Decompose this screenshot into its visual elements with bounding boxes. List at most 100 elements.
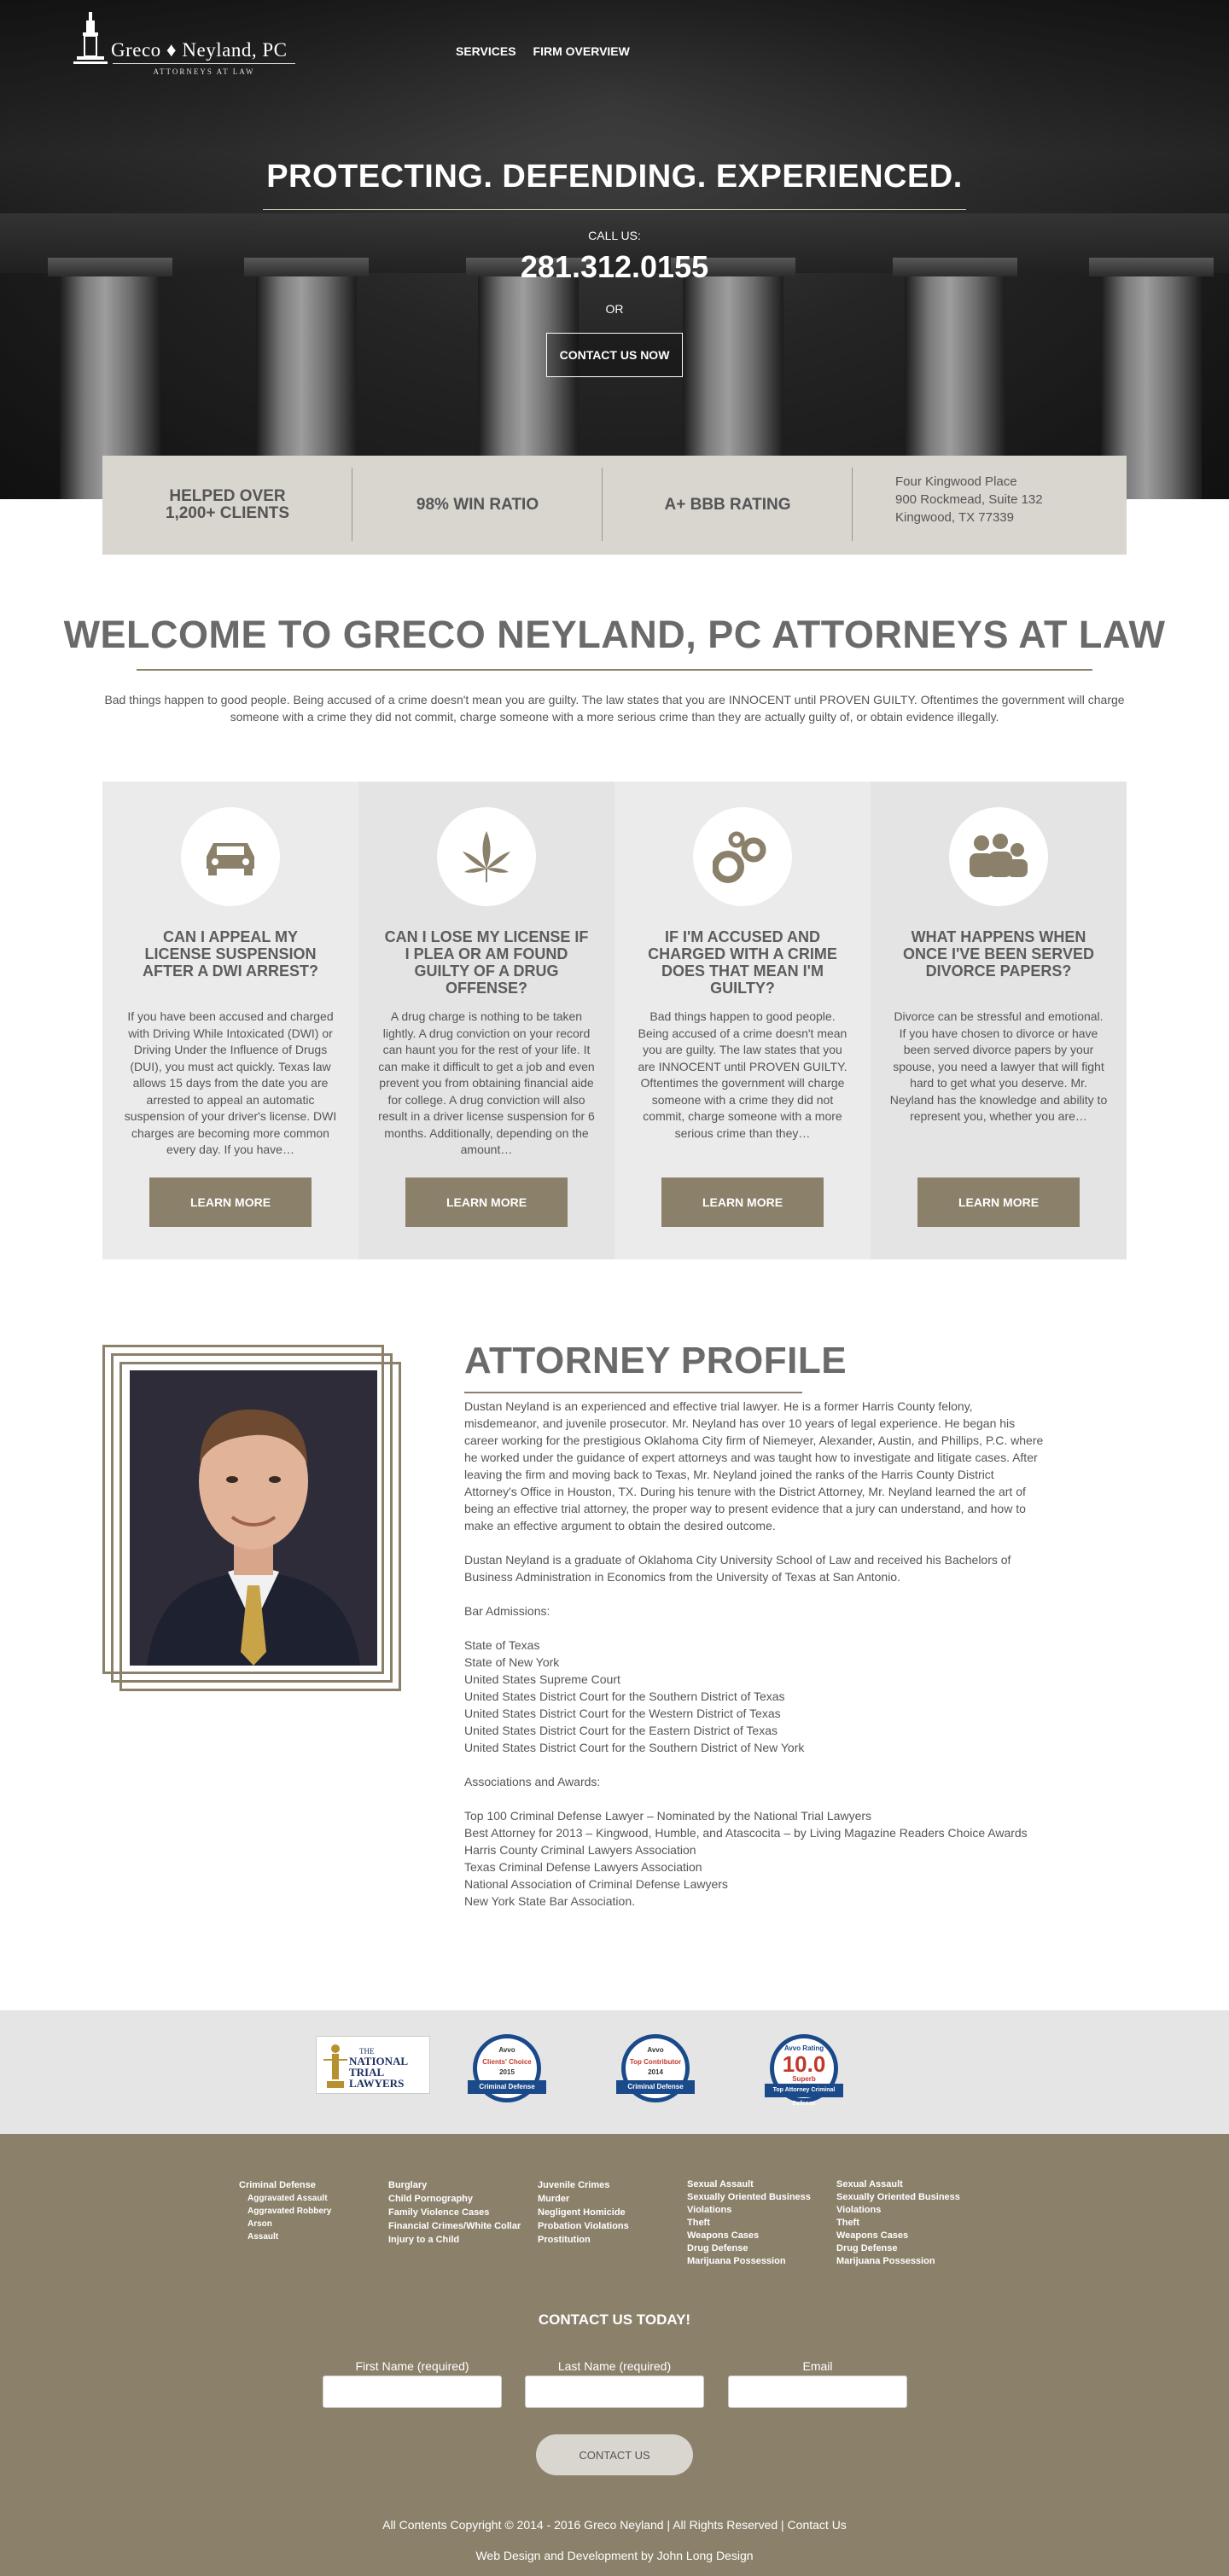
footer-link[interactable]: Sexual Assault <box>687 2178 832 2191</box>
welcome-text: Bad things happen to good people. Being … <box>104 693 1125 724</box>
footer-link[interactable]: Marijuana Possession <box>836 2255 981 2268</box>
footer-link[interactable]: Juvenile Crimes <box>538 2178 683 2192</box>
card-icon-circle <box>181 807 280 906</box>
footer-link[interactable]: Probation Violations <box>538 2219 683 2233</box>
footer-link[interactable]: Prostitution <box>538 2233 683 2247</box>
footer-link[interactable]: Theft <box>836 2217 981 2230</box>
footer-link[interactable]: Injury to a Child <box>388 2233 533 2247</box>
bar-admission-item: United States Supreme Court <box>464 1672 620 1686</box>
badge-brand: Avvo <box>498 2046 515 2054</box>
avvo-clients-choice-badge[interactable]: Avvo Clients' Choice 2015 Criminal Defen… <box>468 2034 546 2108</box>
learn-more-button[interactable]: LEARN MORE <box>405 1178 568 1227</box>
learn-more-button[interactable]: LEARN MORE <box>661 1178 824 1227</box>
card-drug-offense: CAN I LOSE MY LICENSE IF I PLEA OR AM FO… <box>358 782 614 1259</box>
welcome-title: WELCOME TO GRECO NEYLAND, PC ATTORNEYS A… <box>63 613 1166 656</box>
badge-year: 2014 <box>648 2068 663 2076</box>
card-icon-circle <box>693 807 792 906</box>
learn-more-button[interactable]: LEARN MORE <box>917 1178 1080 1227</box>
profile-bio: Dustan Neyland is an experienced and eff… <box>464 1399 1044 1532</box>
card-title: CAN I APPEAL MY LICENSE SUSPENSION AFTER… <box>143 928 318 980</box>
contact-us-submit-button[interactable]: CONTACT US <box>536 2434 693 2475</box>
national-trial-lawyers-badge[interactable]: THE NATIONAL TRIAL LAWYERS <box>316 2036 430 2094</box>
footer-link[interactable]: Sexually Oriented Business Violations <box>687 2191 832 2217</box>
card-text: Divorce can be stressful and emotional. … <box>889 1009 1108 1123</box>
card-icon-circle <box>949 807 1048 906</box>
footer-link[interactable]: Marijuana Possession <box>687 2255 832 2268</box>
badge-ribbon: Criminal Defense <box>468 2080 546 2094</box>
profile-divider <box>464 1392 802 1393</box>
brand-name: Greco ♦ Neyland, PC <box>111 39 288 61</box>
award-item: Top 100 Criminal Defense Lawyer – Nomina… <box>464 1809 872 1823</box>
copyright-text: All Contents Copyright © 2014 - 2016 Gre… <box>382 2518 847 2532</box>
badge-year: 2015 <box>499 2068 515 2076</box>
first-name-field[interactable] <box>323 2375 502 2408</box>
address-line: Four Kingwood Place <box>895 474 1017 489</box>
footer-link[interactable]: Theft <box>687 2217 832 2230</box>
hero-title: PROTECTING. DEFENDING. EXPERIENCED. <box>266 159 963 195</box>
badge-line: Top Contributor <box>629 2058 682 2066</box>
awards-label: Associations and Awards: <box>464 1775 601 1788</box>
footer-column: Sexual Assault Sexually Oriented Busines… <box>836 2178 981 2268</box>
footer-link[interactable]: Arson <box>239 2218 384 2230</box>
footer-link[interactable]: Burglary <box>388 2178 533 2192</box>
footer-link[interactable]: Weapons Cases <box>836 2230 981 2242</box>
contact-us-now-button[interactable]: CONTACT US NOW <box>546 333 683 377</box>
practice-cards: CAN I APPEAL MY LICENSE SUSPENSION AFTER… <box>102 782 1127 1259</box>
attorney-photo <box>130 1370 377 1666</box>
footer-link[interactable]: Aggravated Assault <box>239 2192 384 2205</box>
footer-link[interactable]: Weapons Cases <box>687 2230 832 2242</box>
brand-logo[interactable]: Greco ♦ Neyland, PC ATTORNEYS AT LAW <box>73 10 312 76</box>
award-item: New York State Bar Association. <box>464 1894 635 1908</box>
avvo-rating-badge[interactable]: Avvo Rating 10.0 Superb Top Attorney Cri… <box>765 2034 843 2108</box>
footer: Criminal Defense Aggravated Assault Aggr… <box>0 2134 1229 2576</box>
nav-item-services[interactable]: SERVICES <box>456 44 516 58</box>
footer-link[interactable]: Murder <box>538 2192 683 2206</box>
footer-column: Criminal Defense Aggravated Assault Aggr… <box>239 2178 384 2243</box>
footer-link[interactable]: Financial Crimes/White Collar <box>388 2219 533 2233</box>
avvo-top-contributor-badge[interactable]: Avvo Top Contributor 2014 Criminal Defen… <box>616 2034 695 2108</box>
bar-admissions-label: Bar Admissions: <box>464 1604 550 1618</box>
card-divorce: WHAT HAPPENS WHEN ONCE I'VE BEEN SERVED … <box>871 782 1127 1259</box>
address-line: 900 Rockmead, Suite 132 <box>895 492 1043 507</box>
welcome-divider <box>137 669 1092 671</box>
footer-link[interactable]: Child Pornography <box>388 2192 533 2206</box>
last-name-label: Last Name (required) <box>557 2359 672 2373</box>
learn-more-button[interactable]: LEARN MORE <box>149 1178 312 1227</box>
stat-clients-line2: 1,200+ CLIENTS <box>165 504 290 522</box>
call-us-label: CALL US: <box>588 229 641 242</box>
footer-link[interactable]: Drug Defense <box>836 2242 981 2255</box>
profile-title: ATTORNEY PROFILE <box>464 1340 847 1381</box>
footer-column: Sexual Assault Sexually Oriented Busines… <box>687 2178 832 2268</box>
bar-admission-item: United States District Court for the Sou… <box>464 1689 785 1703</box>
award-item: Harris County Criminal Lawyers Associati… <box>464 1843 696 1857</box>
footer-link[interactable]: Criminal Defense <box>239 2178 384 2192</box>
badge-brand: Avvo <box>647 2046 664 2054</box>
footer-link[interactable]: Drug Defense <box>687 2242 832 2255</box>
awards-list: Top 100 Criminal Defense Lawyer – Nomina… <box>464 1807 1045 1910</box>
award-item: Texas Criminal Defense Lawyers Associati… <box>464 1860 702 1874</box>
stat-clients: HELPED OVER 1,200+ CLIENTS <box>102 456 352 555</box>
courthouse-tower-icon <box>73 12 108 64</box>
page: { "brand": { "name": "Greco \u2666 Neyla… <box>0 0 1229 2576</box>
footer-link[interactable]: Negligent Homicide <box>538 2206 683 2219</box>
footer-link[interactable]: Family Violence Cases <box>388 2206 533 2219</box>
footer-link[interactable]: Sexual Assault <box>836 2178 981 2191</box>
email-label: Email <box>802 2359 833 2373</box>
last-name-field[interactable] <box>525 2375 704 2408</box>
footer-link[interactable]: Assault <box>239 2230 384 2243</box>
card-text: A drug charge is nothing to be taken lig… <box>378 1009 595 1156</box>
footer-column: Burglary Child Pornography Family Violen… <box>388 2178 533 2247</box>
email-field[interactable] <box>728 2375 907 2408</box>
family-icon <box>970 834 1028 877</box>
footer-link[interactable]: Aggravated Robbery <box>239 2205 384 2218</box>
badge-line: Superb <box>792 2075 816 2083</box>
main-nav: SERVICES FIRM OVERVIEW <box>456 44 630 58</box>
bar-admissions-list: State of Texas State of New York United … <box>464 1637 1045 1756</box>
design-credit-link[interactable]: Web Design and Development by John Long … <box>0 2549 1229 2562</box>
award-item: Best Attorney for 2013 – Kingwood, Humbl… <box>464 1826 1028 1840</box>
nav-item-firm-overview[interactable]: FIRM OVERVIEW <box>533 44 630 58</box>
phone-number[interactable]: 281.312.0155 <box>0 249 1229 285</box>
card-title: WHAT HAPPENS WHEN ONCE I'VE BEEN SERVED … <box>902 928 1094 980</box>
ntl-badge-line: TRIAL LAWYERS <box>349 2066 405 2090</box>
footer-link[interactable]: Sexually Oriented Business Violations <box>836 2191 981 2217</box>
